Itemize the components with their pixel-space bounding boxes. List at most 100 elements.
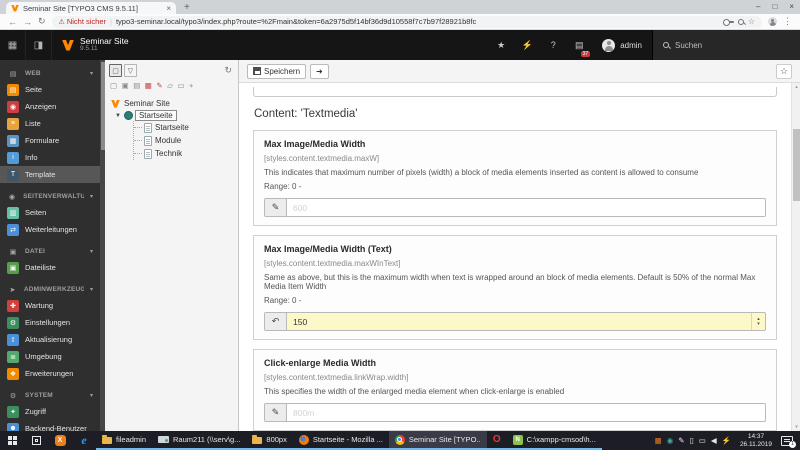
tree-expand-icon[interactable]: ▼ (115, 113, 121, 119)
module-menu-entry[interactable]: ≡ ≡ Liste (0, 115, 100, 132)
new-folder-icon[interactable]: ▱ (167, 81, 173, 90)
module-menu-entry[interactable]: ▣ ▣ DATEI ▾ (0, 244, 100, 259)
taskbar-window-button[interactable]: Raum211 (\\serv\g... (152, 431, 247, 450)
security-indicator[interactable]: ⚠ Nicht sicher (59, 17, 106, 26)
pagetree-refresh-icon[interactable]: ↻ (224, 65, 234, 76)
tree-child-node[interactable]: Module (134, 134, 234, 147)
delete-icon[interactable]: ▭ (177, 81, 184, 90)
display-tray-icon[interactable]: ▭ (699, 437, 706, 445)
module-menu-entry[interactable]: ☻ ☻ Backend-Benutzer (0, 420, 100, 431)
modulemenu-toggle-icon[interactable]: ▦ (0, 30, 26, 60)
taskbar-window-button[interactable]: fileadmin (96, 431, 153, 450)
browser-profile-avatar[interactable] (768, 17, 777, 26)
section-collapse-icon[interactable]: ▾ (90, 392, 93, 399)
field-edit-toggle-button[interactable]: ✎ ↶ (265, 199, 287, 216)
reload-button[interactable]: ↻ (38, 16, 46, 27)
pagetree-toolbar-toggle[interactable]: ▢ (109, 64, 122, 77)
move-icon[interactable]: + (189, 81, 193, 90)
pagetree-toolbar-toggle[interactable]: ▽ (124, 64, 137, 77)
module-menu-entry[interactable]: ▥ ▥ Seiten (0, 204, 100, 221)
edit-icon[interactable]: ✎ (156, 81, 162, 90)
action-center-button[interactable]: 1 (781, 435, 796, 448)
new-spacer-icon[interactable]: ▦ (145, 81, 152, 90)
taskbar-window-button[interactable]: 800px (246, 431, 293, 450)
xampp-tray-icon[interactable]: ▦ (655, 437, 662, 445)
taskbar-window-button[interactable]: Seminar Site [TYPO... (388, 431, 487, 450)
constant-value-input[interactable] (287, 199, 765, 216)
bookmarks-icon[interactable]: ★ (488, 30, 514, 60)
window-maximize-button[interactable]: □ (772, 2, 777, 11)
tree-child-node[interactable]: Startseite (134, 121, 234, 134)
module-menu-entry[interactable]: ✦ ✦ Zugriff (0, 403, 100, 420)
section-collapse-icon[interactable]: ▾ (90, 193, 93, 200)
module-menu-entry[interactable]: ⇄ ⇄ Weiterleitungen (0, 221, 100, 238)
module-menu-entry[interactable]: ⚙ ⚙ SYSTEM ▾ (0, 388, 100, 403)
password-key-icon[interactable] (722, 18, 734, 26)
scroll-down-icon[interactable]: ▾ (792, 424, 800, 430)
field-edit-toggle-button[interactable]: ✎ ↶ (265, 404, 287, 421)
constant-value-input[interactable] (287, 404, 765, 421)
systeminfo-icon[interactable]: ▤ 37 (566, 30, 592, 60)
module-menu-entry[interactable]: ⇧ ⇧ Aktualisierung (0, 331, 100, 348)
tab-close-icon[interactable]: × (166, 4, 171, 13)
help-icon[interactable]: ? (540, 30, 566, 60)
taskbar-window-button[interactable] (486, 431, 507, 450)
tree-parent-node[interactable]: ▼ Startseite (115, 110, 234, 121)
window-close-button[interactable]: × (789, 2, 794, 11)
usb-tray-icon[interactable]: ⚡ (722, 437, 731, 445)
xampp-pinned-button[interactable]: X (48, 431, 72, 450)
taskbar-window-button[interactable]: Startseite - Mozilla ... (292, 431, 389, 450)
tree-root-node[interactable]: Seminar Site (109, 99, 234, 108)
new-tab-button[interactable]: + (184, 2, 190, 14)
content-scrollbar-thumb[interactable] (793, 129, 800, 201)
section-collapse-icon[interactable]: ▾ (90, 248, 93, 255)
save-button[interactable]: Speichern (247, 63, 307, 79)
clear-cache-icon[interactable]: ⚡ (514, 30, 540, 60)
shortcut-star-button[interactable]: ☆ (776, 63, 792, 79)
module-menu-entry[interactable]: ✚ ✚ Wartung (0, 297, 100, 314)
content-scrollbar[interactable]: ▴ ▾ (791, 83, 800, 431)
scroll-up-icon[interactable]: ▴ (792, 84, 800, 90)
new-page-icon[interactable]: ▢ (110, 81, 117, 90)
module-menu-entry[interactable]: ≣ ≣ Umgebung (0, 348, 100, 365)
taskbar-clock[interactable]: 14:37 26.11.2019 (736, 433, 776, 449)
back-button[interactable]: ← (8, 17, 17, 27)
section-collapse-icon[interactable]: ▾ (90, 70, 93, 77)
phone-tray-icon[interactable]: ▯ (690, 437, 694, 445)
typo3-brand[interactable]: Seminar Site 9.5.11 (52, 30, 139, 60)
browser-menu-icon[interactable]: ⋮ (783, 16, 792, 27)
number-spinner[interactable]: ▴ ▾ (751, 313, 765, 330)
forward-button[interactable]: → (23, 17, 32, 27)
module-menu-entry[interactable]: i i Info (0, 149, 100, 166)
close-document-button[interactable]: ➜ (310, 63, 329, 79)
edge-pinned-button[interactable]: e (72, 431, 96, 450)
window-minimize-button[interactable]: – (756, 2, 760, 11)
address-bar[interactable]: ⚠ Nicht sicher | typo3-seminar.local/typo… (51, 15, 762, 28)
module-menu-entry[interactable]: T T Template (0, 166, 100, 183)
module-menu-entry[interactable]: ➤ ➤ ADMINWERKZEUGE ▾ (0, 282, 100, 297)
bookmark-star-icon[interactable]: ☆ (748, 17, 755, 26)
topbar-search[interactable]: Suchen (652, 30, 800, 60)
module-menu-entry[interactable]: ▤ ▤ WEB ▾ (0, 66, 100, 81)
navigation-toggle-icon[interactable]: ◨ (26, 30, 52, 60)
modulemenu-scrollbar-thumb[interactable] (100, 62, 105, 150)
module-menu-entry[interactable]: ⚙ ⚙ Einstellungen (0, 314, 100, 331)
field-edit-toggle-button[interactable]: ✎ ↶ (265, 313, 287, 330)
user-menu[interactable]: admin (592, 30, 652, 60)
module-menu-entry[interactable]: ▣ ▣ Dateiliste (0, 259, 100, 276)
pen-tray-icon[interactable]: ✎ (678, 437, 684, 445)
tree-child-node[interactable]: Technik (134, 147, 234, 160)
webcam-tray-icon[interactable]: ◉ (667, 437, 674, 445)
start-button[interactable] (0, 431, 24, 450)
volume-tray-icon[interactable]: ◀ (711, 437, 717, 445)
module-menu-entry[interactable]: ◉ ◉ SEITENVERWALTUNG ▾ (0, 189, 100, 204)
module-menu-entry[interactable]: ❖ ❖ Erweiterungen (0, 365, 100, 382)
module-menu-entry[interactable]: ▦ ▦ Formulare (0, 132, 100, 149)
module-menu-entry[interactable]: ▤ ▤ Seite (0, 81, 100, 98)
browser-tab[interactable]: Seminar Site [TYPO3 CMS 9.5.11] × (6, 2, 176, 14)
taskbar-window-button[interactable]: C:\xampp-cmsod\h... (506, 431, 602, 450)
task-view-button[interactable] (24, 431, 48, 450)
module-menu-entry[interactable]: ◉ ◉ Anzeigen (0, 98, 100, 115)
section-collapse-icon[interactable]: ▾ (90, 286, 93, 293)
zoom-icon[interactable] (737, 18, 744, 25)
